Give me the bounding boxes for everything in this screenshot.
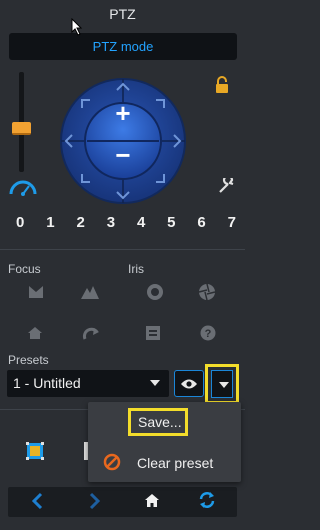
presets-label: Presets xyxy=(8,353,49,367)
preset-number-4[interactable]: 4 xyxy=(137,214,145,231)
preset-number-5[interactable]: 5 xyxy=(167,214,175,231)
clear-preset-menu-item[interactable]: Clear preset xyxy=(137,455,213,471)
focus-label: Focus xyxy=(8,262,41,276)
preset-number-row: 0 1 2 3 4 5 6 7 xyxy=(16,214,236,231)
focus-near-icon[interactable] xyxy=(27,284,45,300)
iris-close-icon[interactable] xyxy=(198,283,216,301)
layout-icon[interactable] xyxy=(26,442,44,460)
previous-icon[interactable] xyxy=(30,492,44,510)
zoom-out-label[interactable]: − xyxy=(115,140,130,170)
preset-number-3[interactable]: 3 xyxy=(107,214,115,231)
help-icon[interactable]: ? xyxy=(200,325,216,341)
preset-menu-button[interactable] xyxy=(205,364,239,404)
chevron-down-icon xyxy=(150,380,160,386)
save-preset-menu-item[interactable]: Save... xyxy=(128,408,188,436)
divider xyxy=(0,249,245,250)
preset-select-value: 1 - Untitled xyxy=(13,375,81,391)
preset-number-2[interactable]: 2 xyxy=(76,214,84,231)
lock-icon[interactable] xyxy=(214,76,230,94)
speedometer-icon[interactable] xyxy=(8,178,38,196)
speed-slider-handle[interactable] xyxy=(12,122,31,135)
preset-menu-button-inner xyxy=(211,370,233,398)
preset-number-1[interactable]: 1 xyxy=(46,214,54,231)
refresh-icon[interactable] xyxy=(198,491,216,509)
clear-icon xyxy=(103,453,121,471)
home-icon[interactable] xyxy=(144,493,160,508)
caret-down-icon xyxy=(219,382,229,388)
preset-number-6[interactable]: 6 xyxy=(197,214,205,231)
iris-open-icon[interactable] xyxy=(146,283,164,301)
menu-icon[interactable] xyxy=(145,325,161,341)
next-icon[interactable] xyxy=(88,492,102,510)
preset-number-7[interactable]: 7 xyxy=(228,214,236,231)
wrench-icon[interactable] xyxy=(218,178,236,194)
zoom-in-label[interactable]: + xyxy=(115,98,130,128)
auto-focus-icon[interactable] xyxy=(82,326,100,340)
svg-text:?: ? xyxy=(205,328,212,340)
focus-far-icon[interactable] xyxy=(80,284,100,300)
ptz-mode-button[interactable]: PTZ mode xyxy=(9,33,237,60)
eye-icon xyxy=(181,379,197,389)
preset-number-0[interactable]: 0 xyxy=(16,214,24,231)
ptz-joystick[interactable]: + − xyxy=(60,78,186,204)
iris-label: Iris xyxy=(128,262,144,276)
home-position-icon[interactable] xyxy=(27,326,43,340)
panel-title: PTZ xyxy=(109,6,136,22)
mouse-cursor-icon xyxy=(71,18,83,36)
preview-preset-button[interactable] xyxy=(174,370,204,397)
